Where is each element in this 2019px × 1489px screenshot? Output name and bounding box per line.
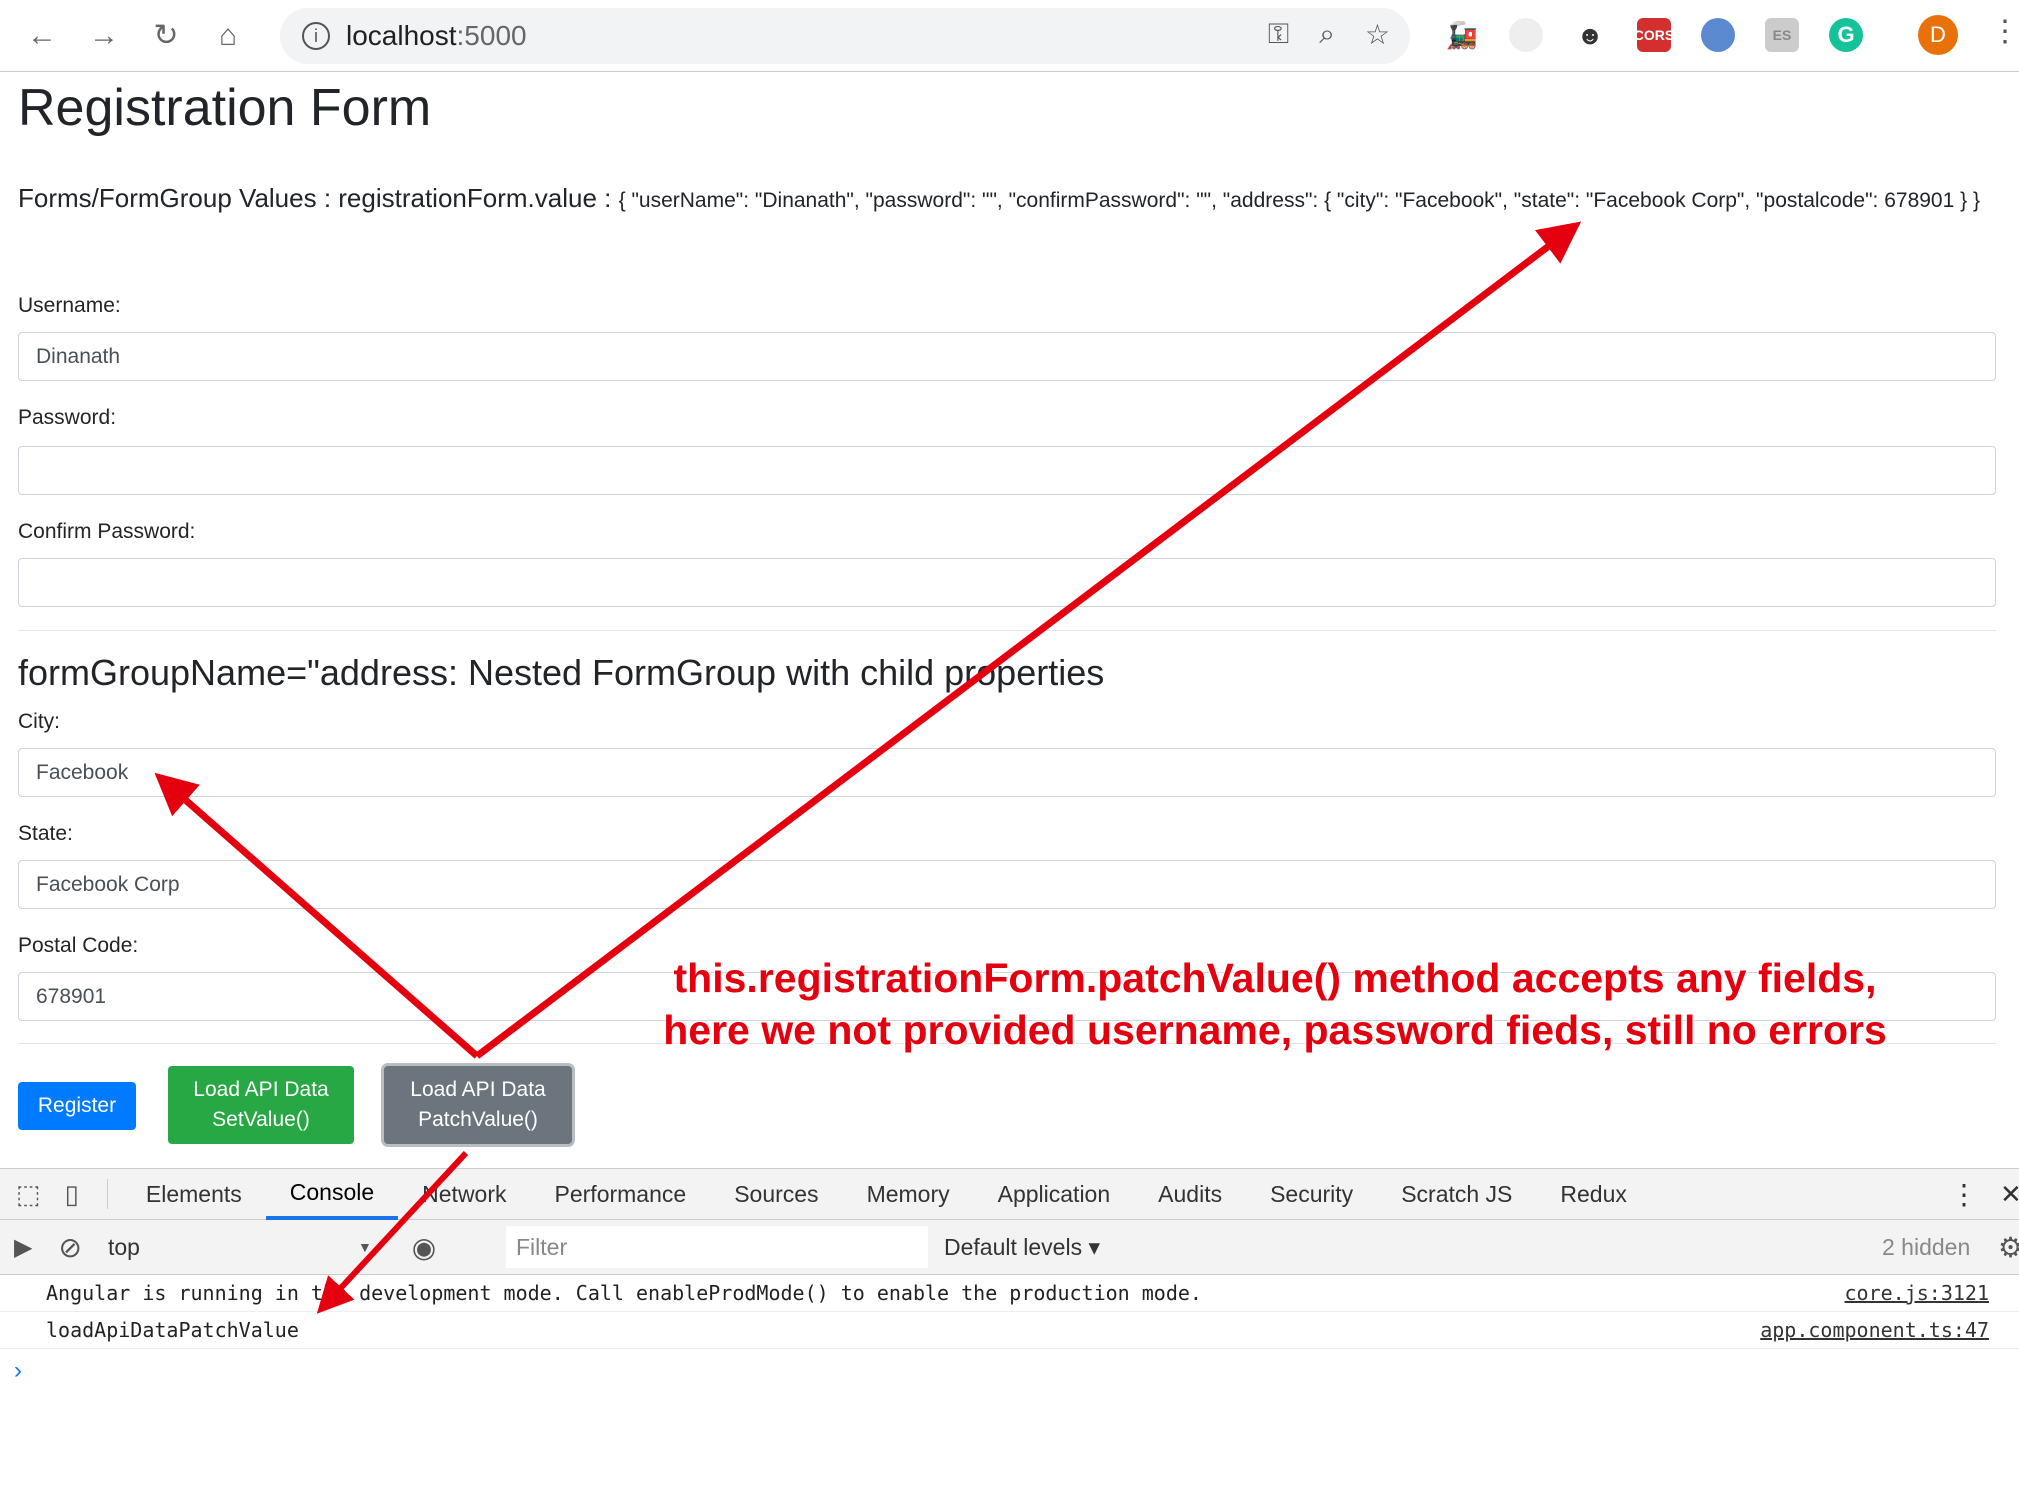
page-title: Registration Form	[18, 79, 432, 137]
reload-icon[interactable]: ↻	[146, 16, 186, 56]
password-input[interactable]	[18, 446, 1996, 495]
confirm-password-input[interactable]	[18, 558, 1996, 607]
home-icon[interactable]: ⌂	[208, 16, 248, 56]
register-button[interactable]: Register	[18, 1082, 136, 1130]
inspect-icon[interactable]: ⬚	[16, 1179, 41, 1210]
log-text: loadApiDataPatchValue	[46, 1318, 299, 1342]
forward-icon[interactable]: →	[84, 16, 124, 56]
tab-redux[interactable]: Redux	[1536, 1168, 1650, 1220]
ext-circle-icon[interactable]	[1509, 18, 1543, 52]
back-icon[interactable]: ←	[22, 16, 62, 56]
annotation-line: this.registrationForm.patchValue() metho…	[673, 955, 1877, 1001]
filter-input[interactable]: Filter	[506, 1226, 928, 1268]
ext-train-icon[interactable]: 🚂	[1445, 18, 1479, 52]
log-text: Angular is running in the development mo…	[46, 1281, 1202, 1305]
tab-audits[interactable]: Audits	[1134, 1168, 1246, 1220]
log-source-link[interactable]: app.component.ts:47	[1760, 1318, 1989, 1342]
clear-console-icon[interactable]: ⊘	[58, 1231, 81, 1264]
star-icon[interactable]: ☆	[1365, 18, 1390, 51]
city-input[interactable]: Facebook	[18, 748, 1996, 797]
ext-spy-icon[interactable]: ☻	[1573, 18, 1607, 52]
tab-memory[interactable]: Memory	[843, 1168, 974, 1220]
values-label: Forms/FormGroup Values : registrationFor…	[18, 183, 612, 213]
browser-toolbar: ← → ↻ ⌂ i localhost:5000 ⚿ ⌕ ☆ 🚂 ☻ CORS ES…	[0, 0, 2019, 72]
more-icon[interactable]: ⋮	[1990, 14, 2019, 49]
button-line: SetValue()	[212, 1108, 310, 1131]
chevron-down-icon: ▼	[357, 1239, 372, 1255]
cors-icon[interactable]: CORS	[1634, 18, 1674, 52]
device-toolbar-icon[interactable]: ▯	[65, 1179, 79, 1210]
devtools-more-icon[interactable]: ⋮	[1950, 1178, 1978, 1211]
grammarly-icon[interactable]: G	[1829, 18, 1863, 52]
state-label: State:	[18, 822, 73, 845]
console-prompt[interactable]: ›	[0, 1349, 2019, 1385]
username-label: Username:	[18, 294, 121, 317]
divider	[18, 630, 1996, 631]
city-label: City:	[18, 710, 60, 733]
devtools-panel: ⬚ ▯ Elements Console Network Performance Sou…	[0, 1168, 2019, 1489]
info-icon[interactable]: i	[302, 22, 330, 50]
address-heading: formGroupName="address: Nested FormGroup…	[18, 652, 1105, 693]
eye-icon[interactable]: ◉	[412, 1231, 436, 1264]
url-port: :5000	[456, 20, 527, 51]
console-message: Angular is running in the development mo…	[0, 1275, 2019, 1312]
sidebar-toggle-icon[interactable]: ▶	[14, 1233, 32, 1262]
tab-performance[interactable]: Performance	[531, 1168, 711, 1220]
load-api-setvalue-button[interactable]: Load API Data SetValue()	[168, 1066, 354, 1144]
es-icon[interactable]: ES	[1765, 18, 1799, 52]
button-line: PatchValue()	[418, 1108, 538, 1131]
postal-code-label: Postal Code:	[18, 934, 139, 957]
hidden-count: 2 hidden	[1882, 1233, 1971, 1260]
confirm-password-label: Confirm Password:	[18, 520, 196, 543]
close-icon[interactable]: ✕	[2000, 1179, 2019, 1210]
button-line: Load API Data	[193, 1078, 329, 1101]
annotation-line: here we not provided username, password …	[663, 1007, 1887, 1053]
button-line: Load API Data	[410, 1078, 546, 1101]
tab-sources[interactable]: Sources	[710, 1168, 842, 1220]
form-values: Forms/FormGroup Values : registrationFor…	[18, 182, 1996, 217]
key-icon[interactable]: ⚿	[1268, 18, 1289, 51]
tab-elements[interactable]: Elements	[122, 1168, 266, 1220]
username-input[interactable]: Dinanath	[18, 332, 1996, 381]
load-api-patchvalue-button[interactable]: Load API Data PatchValue()	[384, 1066, 572, 1144]
log-levels-dropdown[interactable]: Default levels ▾	[944, 1234, 1100, 1261]
tab-security[interactable]: Security	[1246, 1168, 1377, 1220]
gear-icon[interactable]: ⚙	[1998, 1231, 2019, 1264]
url-host: localhost	[346, 20, 457, 51]
devtools-tabs: ⬚ ▯ Elements Console Network Performance Sou…	[0, 1168, 2019, 1220]
tab-application[interactable]: Application	[974, 1168, 1135, 1220]
console-message: loadApiDataPatchValue app.component.ts:47	[0, 1312, 2019, 1349]
context-select[interactable]: top	[108, 1234, 358, 1261]
address-bar[interactable]: i localhost:5000 ⚿ ⌕ ☆	[280, 8, 1410, 64]
avatar[interactable]: D	[1918, 15, 1958, 55]
tab-console[interactable]: Console	[265, 1168, 399, 1220]
tab-network[interactable]: Network	[398, 1168, 530, 1220]
values-json: { "userName": "Dinanath", "password": ""…	[618, 189, 1980, 212]
state-input[interactable]: Facebook Corp	[18, 860, 1996, 909]
log-source-link[interactable]: core.js:3121	[1845, 1281, 1990, 1305]
console-toolbar: ▶ ⊘ top ▼ ◉ Filter Default levels ▾ 2 hi…	[0, 1220, 2019, 1275]
tab-scratch-js[interactable]: Scratch JS	[1377, 1168, 1536, 1220]
ext-drop-icon[interactable]	[1701, 18, 1735, 52]
password-label: Password:	[18, 406, 117, 429]
annotation-note: this.registrationForm.patchValue() metho…	[660, 952, 1890, 1056]
zoom-icon[interactable]: ⌕	[1319, 18, 1335, 51]
